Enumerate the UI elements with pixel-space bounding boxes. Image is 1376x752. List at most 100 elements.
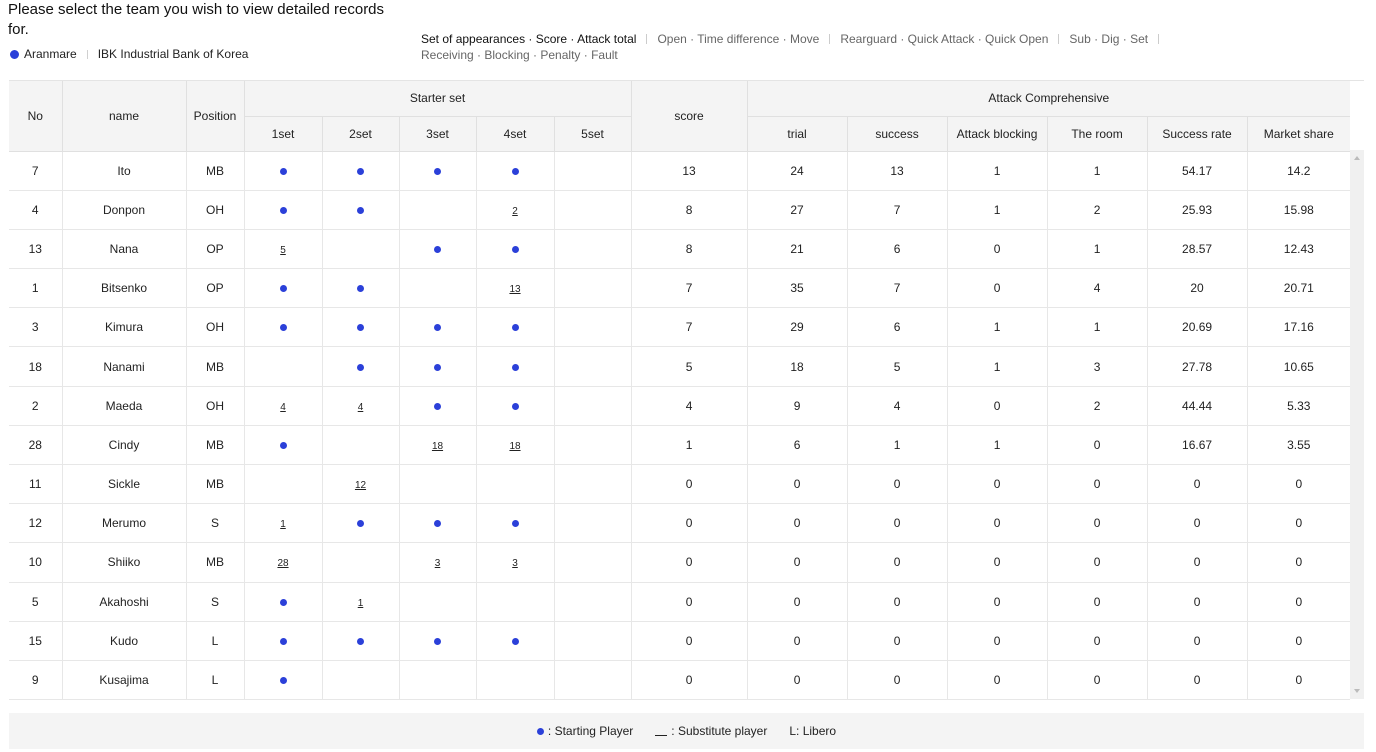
- cell-attack-5: 0: [1247, 660, 1351, 701]
- cell-set-4: [476, 503, 555, 544]
- cell-position: S: [186, 503, 245, 544]
- cell-score: 8: [631, 229, 748, 270]
- category-sub-dig-set[interactable]: Sub · Dig · Set: [1069, 31, 1148, 47]
- cell-set-3: [399, 386, 477, 426]
- cell-score: 0: [631, 621, 748, 661]
- table-row[interactable]: 2 Maeda OH 4 4 4 9 4 0 2 44.44 5.33: [9, 386, 1351, 426]
- col-header-attack-4: Success rate: [1147, 116, 1248, 152]
- cell-set-2: [322, 151, 400, 191]
- starting-player-icon: [357, 285, 364, 293]
- cell-set-4: [476, 307, 555, 348]
- cell-name: Donpon: [62, 190, 187, 230]
- category-appearances-score-attack[interactable]: Set of appearances · Score · Attack tota…: [421, 31, 636, 47]
- cell-set-5: [554, 307, 632, 348]
- cell-position: S: [186, 582, 245, 622]
- cell-set-3: [399, 151, 477, 191]
- cell-position: MB: [186, 464, 245, 505]
- table-row[interactable]: 7 Ito MB 13 24 13 1 1 54.17 14.2: [9, 151, 1351, 191]
- cell-set-1: 4: [244, 386, 323, 426]
- starting-player-icon: [279, 167, 287, 175]
- substitute-marker: 3: [512, 558, 518, 570]
- cell-attack-5: 10.65: [1247, 346, 1351, 387]
- cell-no: 9: [9, 660, 63, 701]
- starting-player-icon: [536, 727, 544, 735]
- starting-player-icon: [279, 677, 287, 685]
- cell-no: 15: [9, 621, 63, 661]
- starting-player-icon: [511, 637, 519, 645]
- table-row[interactable]: 4 Donpon OH 2 8 27 7 1 2 25.93 15.98: [9, 190, 1351, 230]
- table-row[interactable]: 10 Shiiko MB 28 3 3 0 0 0 0 0 0 0: [9, 542, 1351, 583]
- table-row[interactable]: 15 Kudo L 0 0 0 0 0 0 0: [9, 621, 1351, 661]
- cell-set-5: [554, 386, 632, 426]
- starting-player-icon: [511, 167, 519, 175]
- divider: [829, 34, 831, 44]
- category-receiving-blocking[interactable]: Receiving · Blocking · Penalty · Fault: [421, 47, 618, 63]
- table-row[interactable]: 13 Nana OP 5 8 21 6 0 1 28.57 12.43: [9, 229, 1351, 270]
- cell-set-2: [322, 621, 400, 661]
- cell-attack-2: 0: [947, 542, 1048, 583]
- cell-set-4: [476, 582, 555, 622]
- cell-set-5: [554, 660, 632, 701]
- cell-set-3: [399, 464, 477, 505]
- table-row[interactable]: 9 Kusajima L 0 0 0 0 0 0 0: [9, 660, 1351, 701]
- cell-set-3: [399, 503, 477, 544]
- substitute-marker: 18: [431, 440, 444, 452]
- starting-player-icon: [434, 245, 441, 253]
- cell-set-2: [322, 503, 400, 544]
- cell-attack-0: 9: [747, 386, 848, 426]
- cell-set-4: 18: [476, 425, 555, 466]
- cell-name: Akahoshi: [62, 582, 187, 622]
- table-row[interactable]: 1 Bitsenko OP 13 7 35 7 0 4 20 20.71: [9, 268, 1351, 309]
- cell-attack-3: 1: [1047, 151, 1148, 191]
- cell-attack-2: 0: [947, 660, 1048, 701]
- cell-attack-0: 0: [747, 503, 848, 544]
- scroll-down-icon[interactable]: [1354, 689, 1360, 693]
- starting-player-icon: [511, 363, 519, 371]
- cell-attack-2: 0: [947, 229, 1048, 270]
- table-row[interactable]: 5 Akahoshi S 1 0 0 0 0 0 0 0: [9, 582, 1351, 622]
- col-header-position: Position: [186, 81, 245, 152]
- cell-name: Maeda: [62, 386, 187, 426]
- team-selector: Aranmare IBK Industrial Bank of Korea: [10, 47, 248, 61]
- table-row[interactable]: 28 Cindy MB 18 18 1 6 1 1 0 16.67 3.55: [9, 425, 1351, 466]
- cell-set-1: 5: [244, 229, 323, 270]
- team-tab-ibk[interactable]: IBK Industrial Bank of Korea: [98, 47, 249, 61]
- cell-score: 0: [631, 503, 748, 544]
- substitute-marker: 1: [357, 597, 364, 609]
- cell-attack-2: 0: [947, 503, 1048, 544]
- cell-attack-1: 0: [847, 621, 948, 661]
- cell-attack-0: 21: [747, 229, 848, 270]
- cell-score: 1: [631, 425, 748, 466]
- cell-attack-3: 3: [1047, 346, 1148, 387]
- cell-score: 0: [631, 464, 748, 505]
- cell-set-3: [399, 229, 477, 270]
- cell-set-5: [554, 151, 632, 191]
- cell-attack-4: 0: [1147, 542, 1248, 583]
- table-row[interactable]: 18 Nanami MB 5 18 5 1 3 27.78 10.65: [9, 346, 1351, 387]
- col-header-set-3: 3set: [399, 116, 477, 152]
- cell-set-5: [554, 425, 632, 466]
- cell-attack-5: 0: [1247, 503, 1351, 544]
- cell-attack-3: 0: [1047, 582, 1148, 622]
- cell-set-2: [322, 190, 400, 230]
- starting-player-icon: [279, 206, 287, 214]
- cell-attack-4: 0: [1147, 464, 1248, 505]
- cell-attack-4: 44.44: [1147, 386, 1248, 426]
- table-row[interactable]: 3 Kimura OH 7 29 6 1 1 20.69 17.16: [9, 307, 1351, 348]
- table-scrollbar[interactable]: [1350, 150, 1364, 699]
- substitute-marker: 12: [354, 480, 367, 492]
- scroll-up-icon[interactable]: [1354, 156, 1360, 160]
- cell-attack-4: 0: [1147, 660, 1248, 701]
- cell-attack-2: 0: [947, 582, 1048, 622]
- cell-set-3: [399, 190, 477, 230]
- category-open-time-move[interactable]: Open · Time difference · Move: [657, 31, 819, 47]
- cell-attack-0: 24: [747, 151, 848, 191]
- cell-set-2: 12: [322, 464, 400, 505]
- table-row[interactable]: 12 Merumo S 1 0 0 0 0 0 0 0: [9, 503, 1351, 544]
- category-rearguard-quick[interactable]: Rearguard · Quick Attack · Quick Open: [840, 31, 1048, 47]
- cell-attack-5: 0: [1247, 621, 1351, 661]
- cell-attack-3: 0: [1047, 464, 1148, 505]
- team-tab-aranmare[interactable]: Aranmare: [10, 47, 77, 61]
- table-row[interactable]: 11 Sickle MB 12 0 0 0 0 0 0 0: [9, 464, 1351, 505]
- cell-set-4: 3: [476, 542, 555, 583]
